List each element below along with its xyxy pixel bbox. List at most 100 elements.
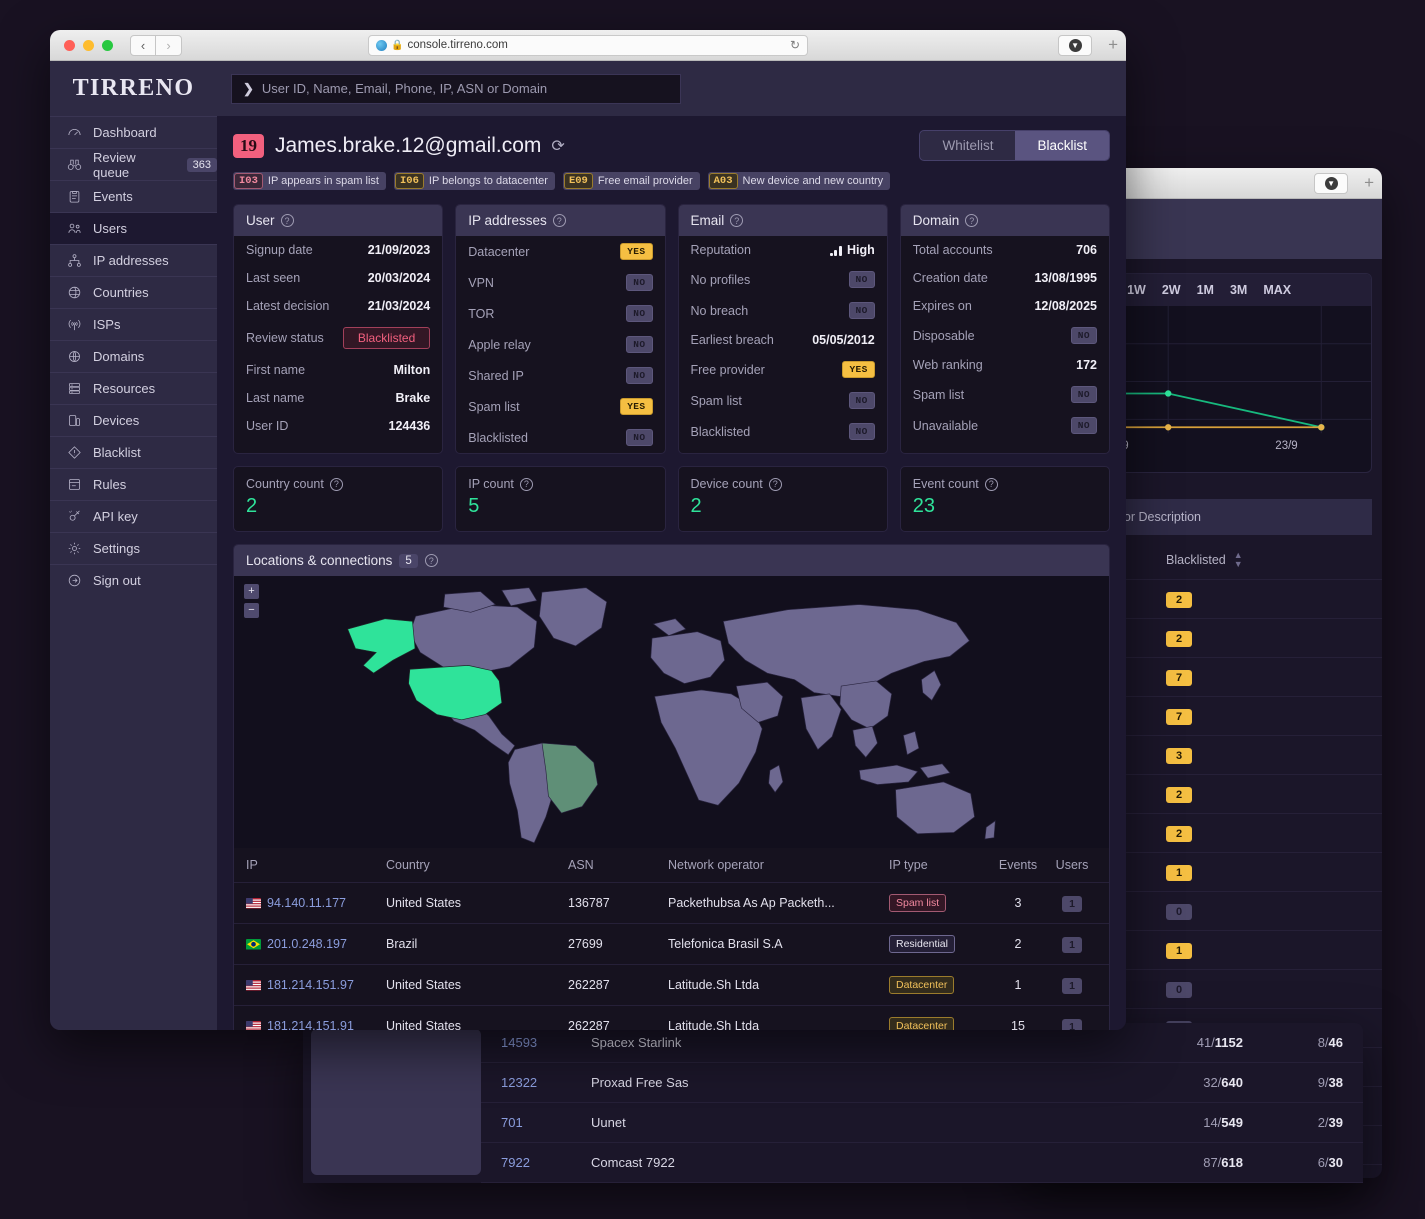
cell-asn[interactable]: 14593 [501,1035,591,1050]
blacklisted-badge: 0 [1166,982,1192,998]
whitelist-button[interactable]: Whitelist [920,131,1015,160]
cell-asn[interactable]: 701 [501,1115,591,1130]
forward-button[interactable]: › [156,35,182,56]
sidebar-item-sign-out[interactable]: Sign out [50,564,217,596]
ip-type-badge: Datacenter [889,976,954,994]
help-icon[interactable]: ? [769,478,782,491]
sort-icon[interactable]: ▲▼ [1234,551,1243,569]
ip-link[interactable]: 181.214.151.91 [267,1019,354,1030]
sidebar-item-devices[interactable]: Devices [50,404,217,436]
range-chip-max[interactable]: MAX [1257,281,1297,299]
panel-key: Signup date [246,243,313,257]
refresh-icon[interactable]: ⟳ [551,136,564,156]
minimize-window-button[interactable] [83,40,94,51]
sidebar-item-review-queue[interactable]: Review queue363 [50,148,217,180]
map-zoom-in-button[interactable]: + [244,584,259,599]
table-row[interactable]: 7922Comcast 792287/6186/30 [481,1143,1363,1183]
blacklisted-badge: 2 [1166,631,1192,647]
reputation-label: High [847,243,875,257]
cell-asn[interactable]: 12322 [501,1075,591,1090]
ip-column-header[interactable]: Events [989,858,1047,872]
cell-asn[interactable]: 7922 [501,1155,591,1170]
sidebar-item-isps[interactable]: ISPs [50,308,217,340]
cell-ip: 181.214.151.91 [246,1019,386,1030]
close-window-button[interactable] [64,40,75,51]
range-chip-2w[interactable]: 2W [1156,281,1187,299]
reload-icon[interactable]: ↻ [790,38,800,52]
rule-tag[interactable]: I06IP belongs to datacenter [394,172,555,190]
help-icon[interactable]: ? [330,478,343,491]
world-map[interactable]: + − [234,576,1109,848]
table-row[interactable]: 12322Proxad Free Sas32/6409/38 [481,1063,1363,1103]
help-icon[interactable]: ? [520,478,533,491]
blacklisted-badge: 1 [1166,865,1192,881]
back-button[interactable]: ‹ [130,35,156,56]
rule-tag[interactable]: A03New device and new country [708,172,891,190]
sidebar-item-settings[interactable]: Settings [50,532,217,564]
table-row[interactable]: 94.140.11.177United States136787Packethu… [234,882,1109,923]
ip-column-header[interactable]: IP type [889,858,989,872]
ip-column-header[interactable]: ASN [568,858,668,872]
map-zoom-out-button[interactable]: − [244,603,259,618]
ip-link[interactable]: 94.140.11.177 [267,896,346,910]
help-icon[interactable]: ? [730,214,743,227]
blacklisted-badge: 3 [1166,748,1192,764]
rule-text: IP appears in spam list [264,175,386,187]
window-controls[interactable] [58,40,113,51]
ip-type-badge: Residential [889,935,955,953]
address-bar[interactable]: 🔒 console.tirreno.com ↻ [368,35,808,56]
ip-column-header[interactable]: Users [1047,858,1097,872]
column-header-blacklisted[interactable]: Blacklisted ▲▼ [1166,551,1243,569]
cell-users: 1 [1047,978,1097,992]
blacklist-button[interactable]: Blacklist [1015,131,1109,160]
download-button[interactable]: ▼ [1314,173,1348,194]
panel-value: 706 [1076,243,1097,257]
yesno-badge: NO [849,392,875,409]
sidebar-item-ip-addresses[interactable]: IP addresses [50,244,217,276]
ip-column-header[interactable]: Network operator [668,858,889,872]
table-row[interactable]: 201.0.248.197Brazil27699Telefonica Brasi… [234,923,1109,964]
panel-row: No breachNO [679,295,887,326]
global-search-input[interactable]: ❯ User ID, Name, Email, Phone, IP, ASN o… [231,74,681,104]
rule-tag[interactable]: I03IP appears in spam list [233,172,386,190]
help-icon[interactable]: ? [425,554,438,567]
main-browser-window[interactable]: ‹ › 🔒 console.tirreno.com ↻ ▼ + TIRRENO … [50,30,1126,1030]
nav-buttons[interactable]: ‹ › [130,35,182,56]
sidebar-item-domains[interactable]: Domains [50,340,217,372]
new-tab-button[interactable]: + [1364,173,1374,193]
whitelist-blacklist-toggle[interactable]: Whitelist Blacklist [919,130,1110,161]
sidebar-item-events[interactable]: Events [50,180,217,212]
range-chip-3m[interactable]: 3M [1224,281,1253,299]
rule-text: Free email provider [594,175,700,187]
sidebar-item-blacklist[interactable]: Blacklist [50,436,217,468]
ip-column-header[interactable]: Country [386,858,568,872]
cell-users: 1 [1047,896,1097,910]
maximize-window-button[interactable] [102,40,113,51]
sidebar-item-countries[interactable]: Countries [50,276,217,308]
signout-icon [67,573,82,588]
sidebar-item-api-key[interactable]: API key [50,500,217,532]
help-icon[interactable]: ? [985,478,998,491]
brand-logo[interactable]: TIRRENO [50,61,217,116]
rule-tag[interactable]: E09Free email provider [563,172,700,190]
table-row[interactable]: 701Uunet14/5492/39 [481,1103,1363,1143]
sidebar-item-users[interactable]: Users [50,212,217,244]
table-row[interactable]: 181.214.151.97United States262287Latitud… [234,964,1109,1005]
ip-link[interactable]: 201.0.248.197 [267,937,347,951]
ip-column-header[interactable]: IP [246,858,386,872]
sidebar-item-label: Blacklist [93,445,141,460]
range-chip-1m[interactable]: 1M [1191,281,1220,299]
ip-link[interactable]: 181.214.151.97 [267,978,354,992]
new-tab-button[interactable]: + [1108,35,1118,55]
sidebar-item-resources[interactable]: Resources [50,372,217,404]
table-row[interactable]: 181.214.151.91United States262287Latitud… [234,1005,1109,1030]
help-icon[interactable]: ? [965,214,978,227]
download-button[interactable]: ▼ [1058,35,1092,56]
help-icon[interactable]: ? [281,214,294,227]
help-icon[interactable]: ? [553,214,566,227]
sidebar-item-rules[interactable]: Rules [50,468,217,500]
sidebar-item-dashboard[interactable]: Dashboard [50,116,217,148]
background-window-asn[interactable]: 14593Spacex Starlink41/11528/4612322Prox… [303,1023,1363,1183]
panel-key: Earliest breach [691,333,774,347]
map-zoom-controls[interactable]: + − [244,584,259,618]
